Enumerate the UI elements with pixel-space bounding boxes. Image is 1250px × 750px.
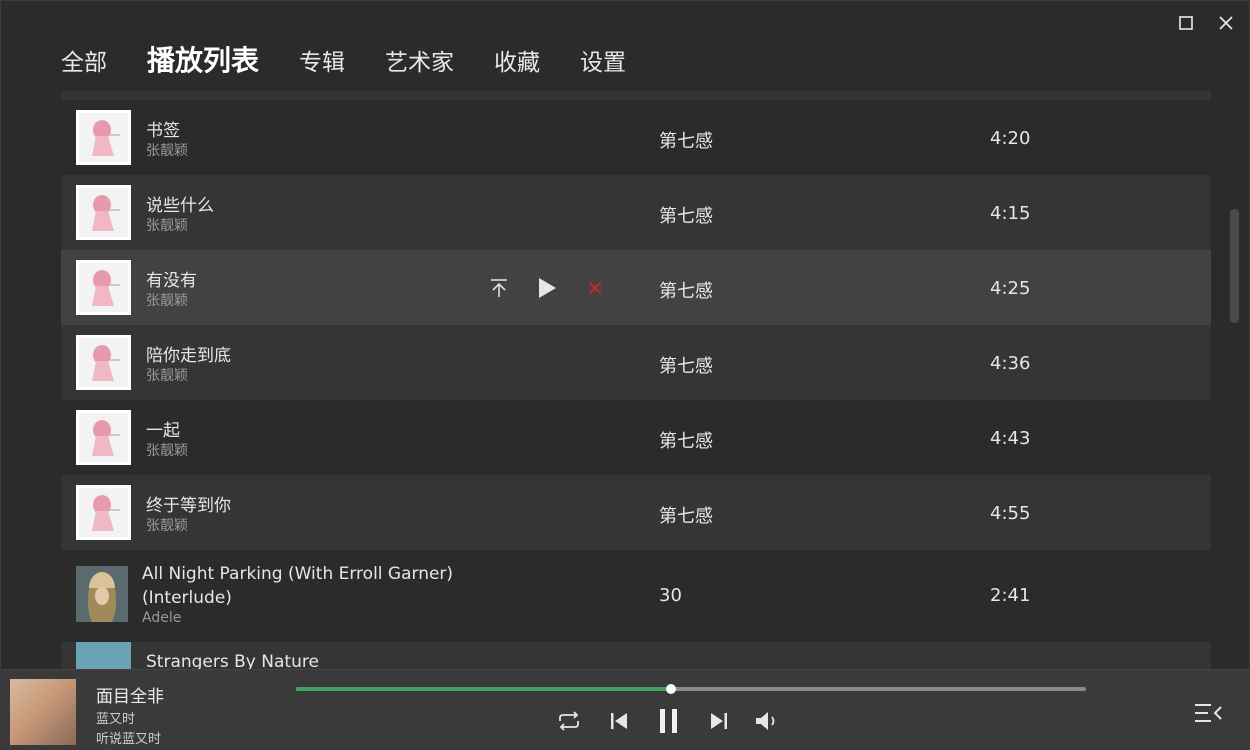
song-album[interactable]: 第七感 (659, 352, 713, 378)
play-icon (539, 278, 556, 298)
list-top-edge (61, 91, 1211, 100)
previous-button[interactable] (604, 706, 634, 736)
song-duration: 4:25 (990, 278, 1031, 299)
album-cover (76, 642, 131, 669)
song-artist[interactable]: 张靓颖 (146, 140, 188, 160)
tab-playlist[interactable]: 播放列表 (147, 47, 259, 75)
song-album[interactable]: 30 (659, 585, 682, 606)
next-button[interactable] (704, 706, 734, 736)
playback-controls (554, 706, 782, 736)
song-title: 终于等到你 (146, 496, 231, 516)
song-title: 说些什么 (146, 196, 214, 216)
app-window: 全部 播放列表 专辑 艺术家 收藏 设置 书签 张靓颖 第七感 4:20 说些什… (0, 0, 1250, 750)
song-title: All Night Parking (With Erroll Garner) (… (142, 564, 454, 608)
row-actions (486, 275, 608, 301)
album-cover (76, 260, 131, 315)
song-row-hovered[interactable]: 有没有 张靓颖 第七感 4:25 (61, 250, 1211, 325)
song-artist[interactable]: Adele (142, 610, 181, 626)
previous-icon (611, 713, 627, 729)
close-icon (1219, 16, 1233, 30)
now-playing-artist[interactable]: 蓝又时 (96, 708, 135, 727)
maximize-icon (1179, 16, 1193, 30)
repeat-button[interactable] (554, 706, 584, 736)
now-playing-title: 面目全非 (96, 687, 164, 707)
song-album[interactable]: 第七感 (659, 427, 713, 453)
queue-button[interactable] (1193, 700, 1223, 726)
tab-artists[interactable]: 艺术家 (385, 52, 454, 75)
window-controls (1173, 11, 1239, 35)
song-row[interactable]: 终于等到你 张靓颖 第七感 4:55 (61, 475, 1211, 550)
song-artist[interactable]: 张靓颖 (146, 440, 188, 460)
now-playing-album[interactable]: 听说蓝又时 (96, 728, 161, 747)
song-artist[interactable]: 张靓颖 (146, 290, 188, 310)
next-icon (711, 713, 727, 729)
tab-favorites[interactable]: 收藏 (494, 52, 540, 75)
song-duration: 4:36 (990, 353, 1031, 374)
song-duration: 4:15 (990, 203, 1031, 224)
remove-icon (588, 281, 602, 295)
song-title: Strangers By Nature (146, 652, 319, 669)
song-row[interactable]: 书签 张靓颖 第七感 4:20 (61, 100, 1211, 175)
song-row[interactable]: 说些什么 张靓颖 第七感 4:15 (61, 175, 1211, 250)
album-cover (76, 410, 131, 465)
now-playing-cover[interactable] (10, 679, 76, 745)
queue-icon (1195, 704, 1222, 722)
song-duration: 4:55 (990, 503, 1031, 524)
move-to-top-icon (491, 279, 507, 297)
song-title: 陪你走到底 (146, 346, 231, 366)
song-album[interactable]: 第七感 (659, 277, 713, 303)
pause-icon (660, 709, 677, 733)
song-row-partial[interactable]: Strangers By Nature (61, 642, 1211, 669)
close-button[interactable] (1213, 11, 1239, 35)
song-duration: 4:43 (990, 428, 1031, 449)
progress-bar[interactable] (296, 684, 1086, 694)
song-title: 一起 (146, 421, 180, 441)
song-artist[interactable]: 张靓颖 (146, 365, 188, 385)
song-title: 有没有 (146, 271, 197, 291)
song-row[interactable]: All Night Parking (With Erroll Garner) (… (61, 550, 1211, 642)
album-cover (76, 335, 131, 390)
song-list: 书签 张靓颖 第七感 4:20 说些什么 张靓颖 第七感 4:15 有没有 张靓… (61, 91, 1211, 669)
main-nav: 全部 播放列表 专辑 艺术家 收藏 设置 (61, 47, 666, 75)
tab-all[interactable]: 全部 (61, 52, 107, 75)
song-duration: 4:20 (990, 128, 1031, 149)
play-button[interactable] (534, 275, 560, 301)
album-cover (76, 566, 128, 622)
progress-fill (296, 687, 672, 691)
volume-button[interactable] (752, 706, 782, 736)
song-row[interactable]: 一起 张靓颖 第七感 4:43 (61, 400, 1211, 475)
move-to-top-button[interactable] (486, 275, 512, 301)
tab-settings[interactable]: 设置 (580, 52, 626, 75)
song-title: 书签 (146, 121, 180, 141)
player-bar: 面目全非 蓝又时 听说蓝又时 (1, 669, 1250, 750)
album-cover (76, 110, 131, 165)
list-scrollbar[interactable] (1230, 209, 1239, 323)
repeat-icon (559, 711, 579, 731)
album-cover (76, 485, 131, 540)
song-duration: 2:41 (990, 585, 1031, 606)
pause-button[interactable] (654, 706, 684, 736)
album-cover (76, 185, 131, 240)
song-artist[interactable]: 张靓颖 (146, 215, 188, 235)
song-artist[interactable]: 张靓颖 (146, 515, 188, 535)
song-row[interactable]: 陪你走到底 张靓颖 第七感 4:36 (61, 325, 1211, 400)
maximize-button[interactable] (1173, 11, 1199, 35)
remove-button[interactable] (582, 275, 608, 301)
song-album[interactable]: 第七感 (659, 202, 713, 228)
progress-knob[interactable] (666, 684, 677, 694)
song-album[interactable]: 第七感 (659, 127, 713, 153)
volume-icon (756, 712, 775, 730)
song-album[interactable]: 第七感 (659, 502, 713, 528)
tab-albums[interactable]: 专辑 (299, 52, 345, 75)
